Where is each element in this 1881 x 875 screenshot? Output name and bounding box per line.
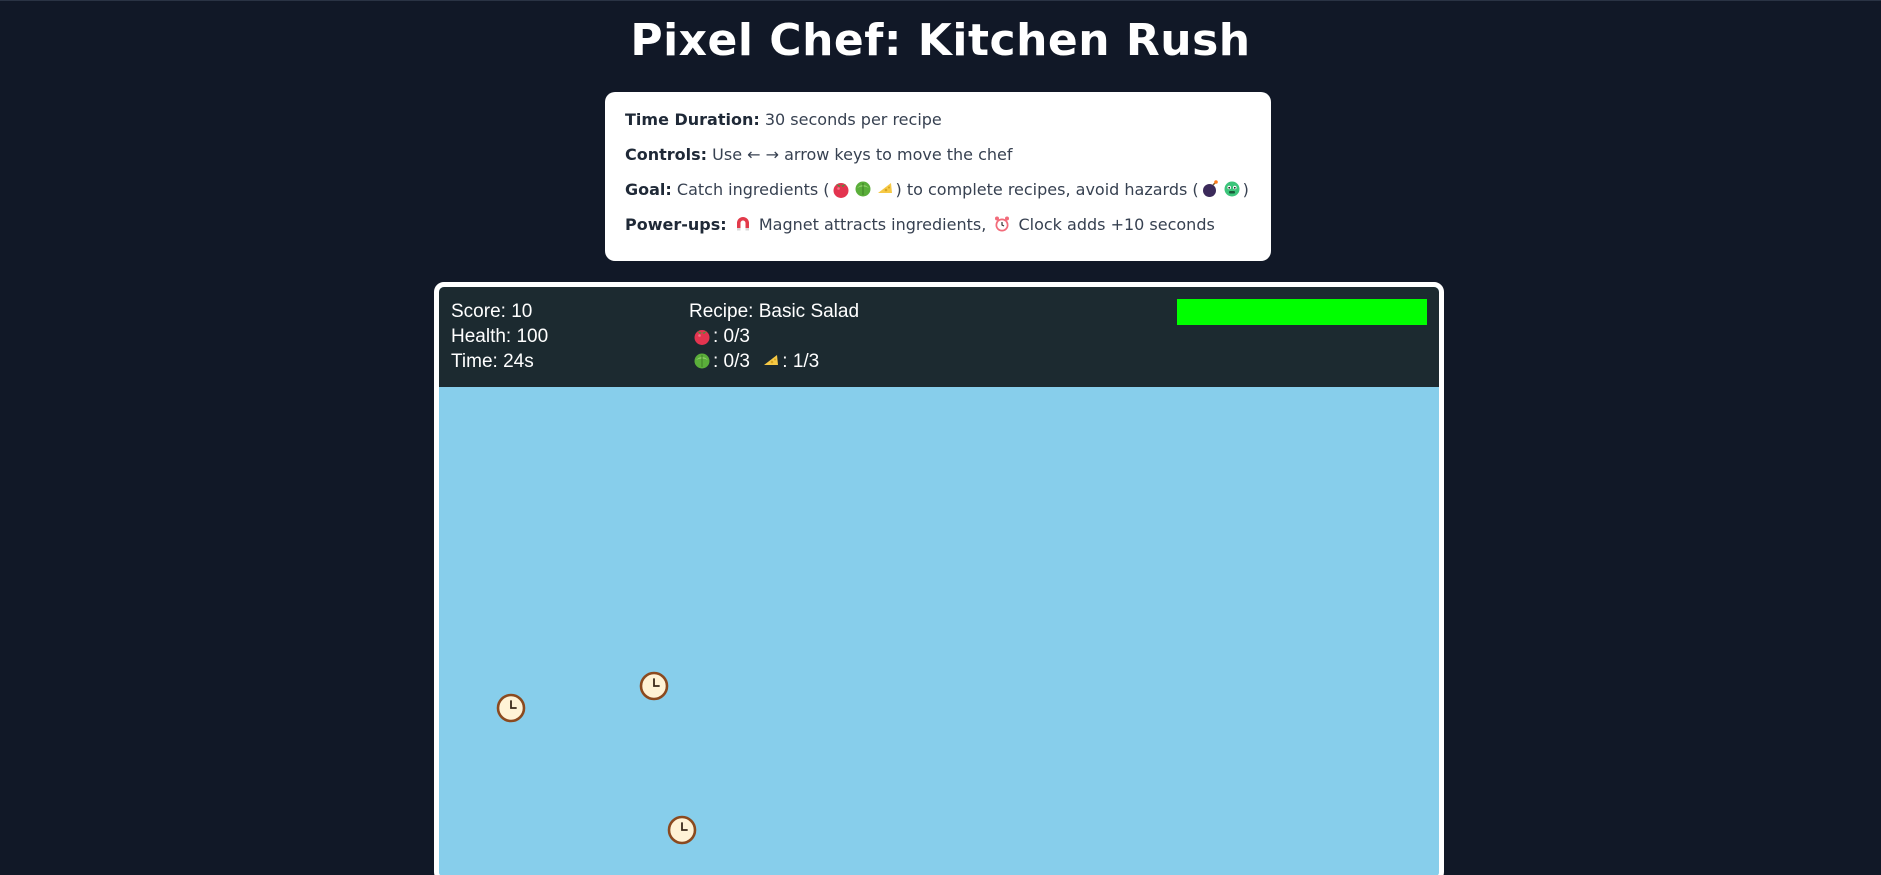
page: Pixel Chef: Kitchen Rush Time Duration: … (0, 0, 1881, 875)
controls-label: Controls: (625, 145, 708, 164)
powerups-label: Power-ups: (625, 215, 727, 234)
time-duration-line: Time Duration: 30 seconds per recipe (625, 109, 1251, 144)
tomato-progress-text: : 0/3 (713, 326, 750, 347)
goal-line: Goal: Catch ingredients ( ) to complete r… (625, 179, 1251, 214)
score-text: Score: 10 (451, 301, 533, 322)
goal-text-middle: ) to complete recipes, avoid hazards ( (895, 180, 1199, 199)
bomb-icon (1200, 179, 1220, 199)
goal-label: Goal: (625, 180, 672, 199)
time-text: Time: 24s (451, 351, 534, 372)
tomato-icon (692, 326, 712, 346)
cheese-icon (761, 351, 781, 371)
goal-text-start: Catch ingredients ( (676, 180, 830, 199)
page-title: Pixel Chef: Kitchen Rush (630, 15, 1251, 66)
clock-powerup-icon (496, 693, 526, 723)
powerups-magnet-text: Magnet attracts ingredients, (758, 215, 987, 234)
health-bar (1177, 299, 1427, 325)
time-duration-text: 30 seconds per recipe (764, 110, 942, 129)
lettuce-icon (692, 351, 712, 371)
magnet-icon (733, 214, 753, 234)
alarm-clock-icon (992, 214, 1012, 234)
lettuce-progress-text: : 0/3 (713, 351, 750, 372)
cheese-progress-text: : 1/3 (782, 351, 820, 372)
game-canvas[interactable]: Score: 10 Health: 100 Time: 24s Recipe: … (434, 282, 1444, 875)
lettuce-cheese-progress: : 0/3 : 1/3 (691, 349, 819, 374)
instructions-card: Time Duration: 30 seconds per recipe Con… (605, 92, 1271, 261)
powerups-line: Power-ups: Magnet attracts ingredients, … (625, 214, 1251, 249)
tomato-progress: : 0/3 (691, 324, 750, 349)
recipe-text: Recipe: Basic Salad (689, 301, 860, 322)
controls-text: Use ← → arrow keys to move the chef (712, 145, 1013, 164)
germ-icon (1222, 179, 1242, 199)
clock-powerup-icon (667, 815, 697, 845)
goal-text-end: ) (1242, 180, 1249, 199)
lettuce-icon (853, 179, 873, 199)
tomato-icon (831, 179, 851, 199)
clock-powerup-icon (639, 671, 669, 701)
health-bar-fill (1177, 299, 1427, 325)
play-field (439, 387, 1439, 875)
health-text: Health: 100 (451, 326, 549, 347)
game-hud: Score: 10 Health: 100 Time: 24s Recipe: … (439, 287, 1439, 387)
powerups-clock-text: Clock adds +10 seconds (1018, 215, 1215, 234)
controls-line: Controls: Use ← → arrow keys to move the… (625, 144, 1251, 179)
cheese-icon (875, 179, 895, 199)
time-duration-label: Time Duration: (625, 110, 760, 129)
